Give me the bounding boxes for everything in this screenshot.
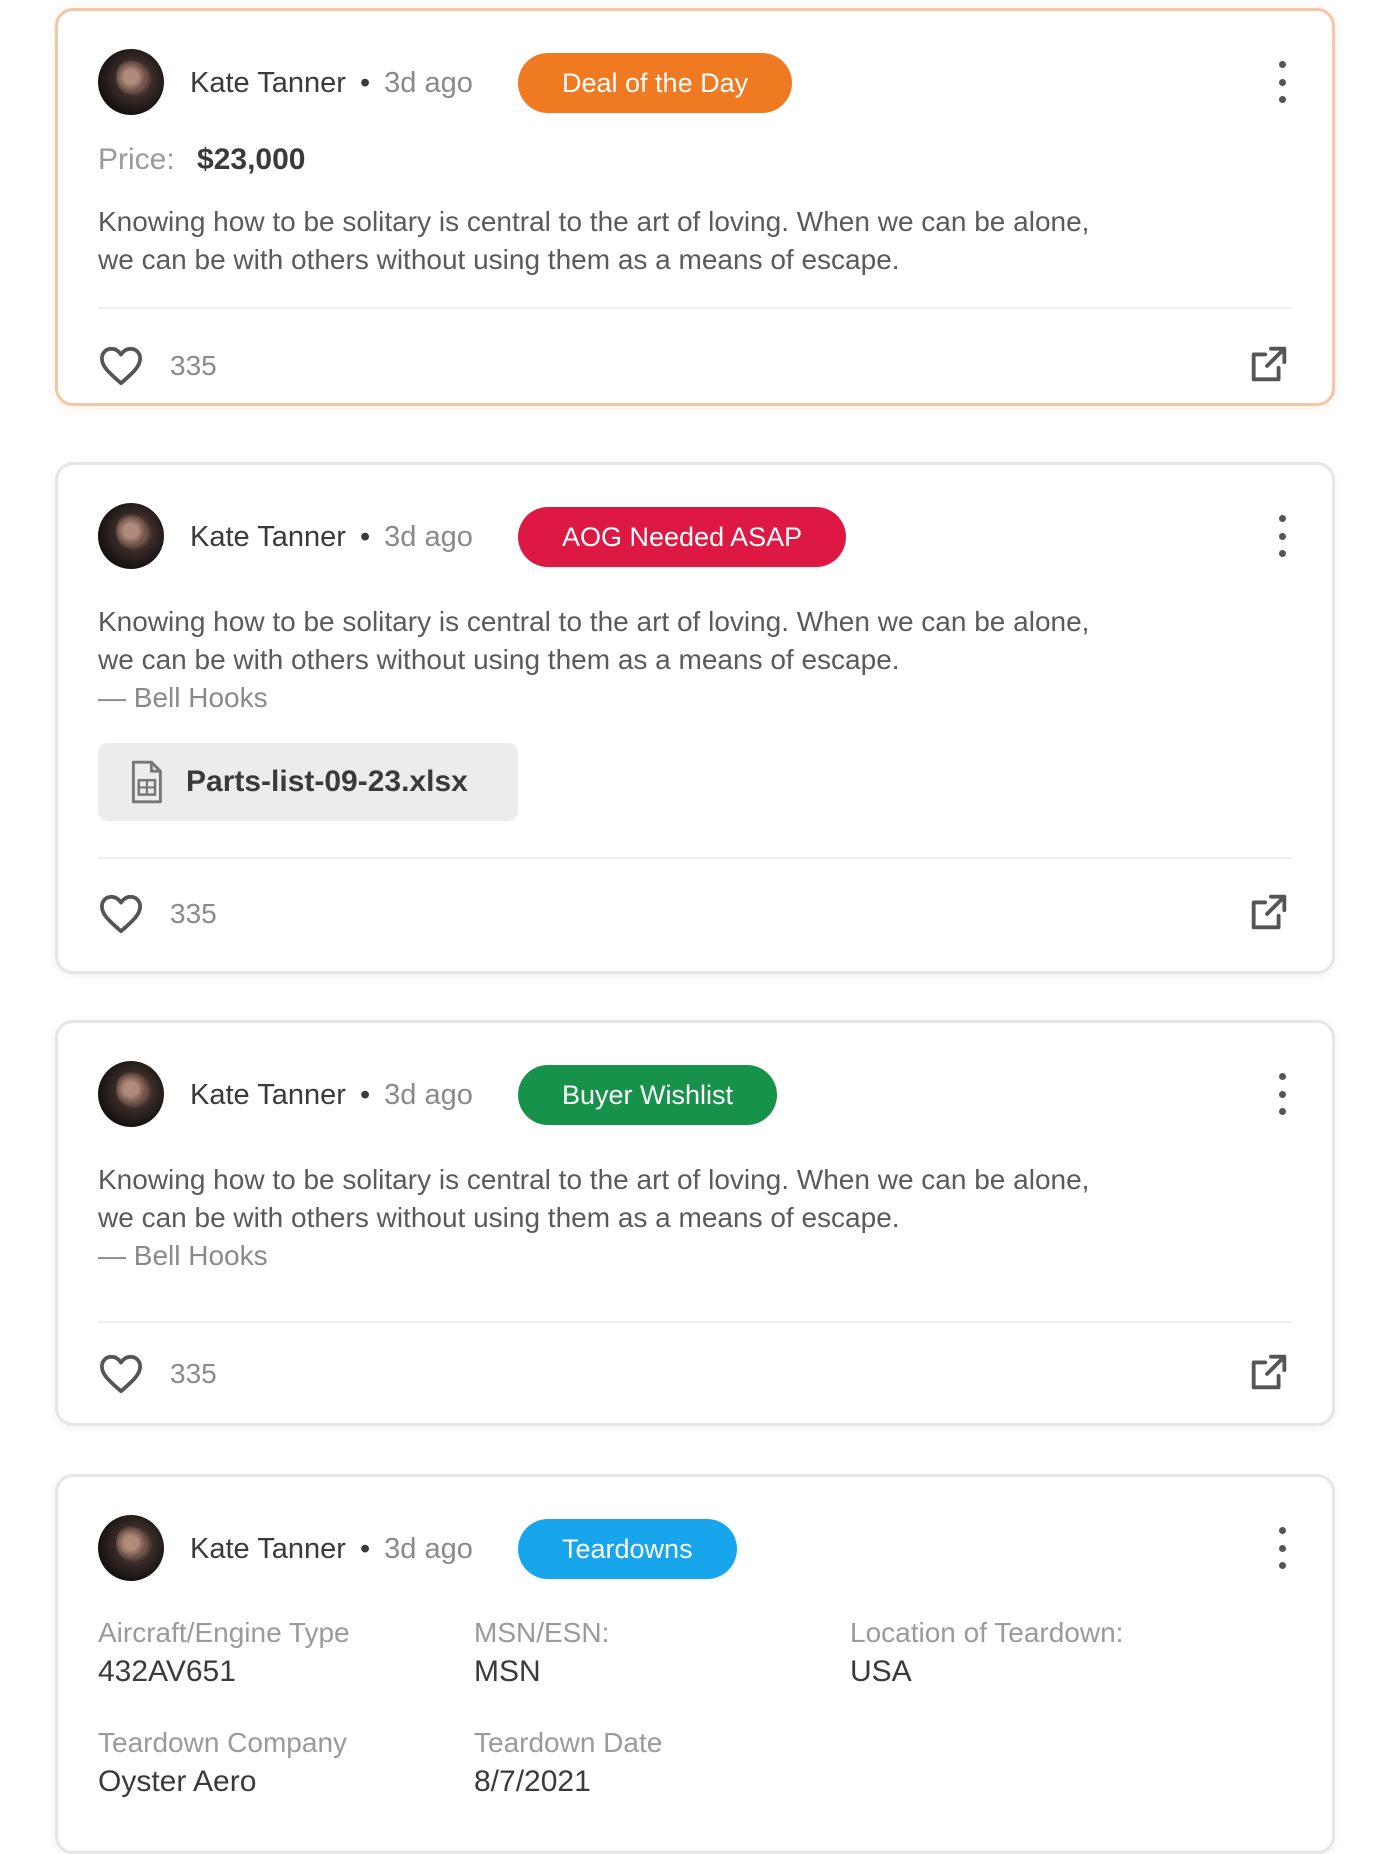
post-actions: 335 [98, 1349, 1292, 1399]
quote-author: — Bell Hooks [98, 682, 268, 713]
like-count: 335 [170, 350, 217, 381]
share-icon[interactable] [1246, 341, 1292, 387]
avatar[interactable] [98, 1061, 164, 1127]
post-actions: 335 [98, 889, 1292, 939]
post-card-teardown: Kate Tanner • 3d ago Teardowns Aircraft/… [55, 1474, 1335, 1854]
share-icon[interactable] [1246, 1349, 1292, 1395]
price-value: $23,000 [197, 143, 306, 176]
post-text: Knowing how to be solitary is central to… [98, 1161, 1252, 1275]
post-feed: Kate Tanner • 3d ago Deal of the Day Pri… [0, 0, 1396, 1854]
post-text-line: we can be with others without using them… [98, 244, 900, 275]
category-badge[interactable]: Deal of the Day [518, 53, 793, 113]
post-card-wishlist: Kate Tanner • 3d ago Buyer Wishlist Know… [55, 1020, 1335, 1426]
separator-dot: • [359, 1533, 371, 1565]
like-count: 335 [170, 898, 217, 929]
post-text: Knowing how to be solitary is central to… [98, 603, 1252, 717]
field-teardown-date: Teardown Date 8/7/2021 [474, 1727, 834, 1799]
post-header: Kate Tanner • 3d ago Teardowns [98, 1515, 1292, 1581]
author-name[interactable]: Kate Tanner [190, 67, 346, 99]
field-teardown-company: Teardown Company Oyster Aero [98, 1727, 458, 1799]
category-badge[interactable]: Buyer Wishlist [518, 1065, 778, 1125]
post-meta: Kate Tanner • 3d ago [190, 521, 473, 554]
divider [98, 857, 1292, 859]
post-time: 3d ago [384, 1079, 473, 1111]
field-location: Location of Teardown: USA [850, 1617, 1210, 1689]
post-text-line: Knowing how to be solitary is central to… [98, 206, 1090, 237]
post-header: Kate Tanner • 3d ago Deal of the Day [98, 49, 1292, 115]
like-count: 335 [170, 1358, 217, 1389]
field-value: 432AV651 [98, 1655, 236, 1688]
heart-icon [100, 346, 142, 386]
avatar[interactable] [98, 1515, 164, 1581]
divider [98, 1321, 1292, 1323]
post-header: Kate Tanner • 3d ago Buyer Wishlist [98, 1061, 1292, 1127]
field-value: MSN [474, 1655, 541, 1688]
like-button[interactable]: 335 [98, 889, 217, 939]
heart-icon [100, 1354, 142, 1394]
category-badge[interactable]: AOG Needed ASAP [518, 507, 847, 567]
post-time: 3d ago [384, 1533, 473, 1565]
price-label: Price: [98, 143, 175, 176]
post-meta: Kate Tanner • 3d ago [190, 1079, 473, 1112]
field-value: USA [850, 1655, 912, 1688]
more-vertical-icon[interactable] [1272, 1073, 1292, 1115]
field-label: MSN/ESN: [474, 1617, 610, 1648]
post-card-deal: Kate Tanner • 3d ago Deal of the Day Pri… [55, 8, 1335, 406]
author-name[interactable]: Kate Tanner [190, 1533, 346, 1565]
post-text: Knowing how to be solitary is central to… [98, 203, 1252, 279]
more-vertical-icon[interactable] [1272, 1527, 1292, 1569]
like-button[interactable]: 335 [98, 341, 217, 391]
file-icon [131, 760, 162, 804]
post-meta: Kate Tanner • 3d ago [190, 1533, 473, 1566]
field-value: 8/7/2021 [474, 1765, 591, 1798]
share-icon[interactable] [1246, 889, 1292, 935]
separator-dot: • [359, 521, 371, 553]
more-vertical-icon[interactable] [1272, 61, 1292, 103]
field-label: Teardown Company [98, 1727, 348, 1758]
post-card-aog: Kate Tanner • 3d ago AOG Needed ASAP Kno… [55, 462, 1335, 974]
post-text-line: we can be with others without using them… [98, 1202, 900, 1233]
post-time: 3d ago [384, 67, 473, 99]
field-value: Oyster Aero [98, 1765, 257, 1798]
category-badge[interactable]: Teardowns [518, 1519, 737, 1579]
price: Price: $23,000 [98, 143, 305, 177]
post-text-line: Knowing how to be solitary is central to… [98, 606, 1090, 637]
author-name[interactable]: Kate Tanner [190, 1079, 346, 1111]
post-time: 3d ago [384, 521, 473, 553]
attachment-name: Parts-list-09-23.xlsx [186, 765, 468, 798]
avatar[interactable] [98, 49, 164, 115]
post-text-line: we can be with others without using them… [98, 644, 900, 675]
separator-dot: • [359, 1079, 371, 1111]
like-button[interactable]: 335 [98, 1349, 217, 1399]
separator-dot: • [359, 67, 371, 99]
more-vertical-icon[interactable] [1272, 515, 1292, 557]
attachment-file[interactable]: Parts-list-09-23.xlsx [98, 743, 518, 821]
field-aircraft-type: Aircraft/Engine Type 432AV651 [98, 1617, 458, 1689]
field-label: Teardown Date [474, 1727, 663, 1758]
author-name[interactable]: Kate Tanner [190, 521, 346, 553]
post-actions: 335 [98, 341, 1292, 391]
divider [98, 307, 1292, 309]
avatar[interactable] [98, 503, 164, 569]
field-label: Location of Teardown: [850, 1617, 1124, 1648]
heart-icon [100, 894, 142, 934]
quote-author: — Bell Hooks [98, 1240, 268, 1271]
post-header: Kate Tanner • 3d ago AOG Needed ASAP [98, 503, 1292, 569]
post-text-line: Knowing how to be solitary is central to… [98, 1164, 1090, 1195]
post-meta: Kate Tanner • 3d ago [190, 67, 473, 100]
field-label: Aircraft/Engine Type [98, 1617, 350, 1648]
field-msn-esn: MSN/ESN: MSN [474, 1617, 834, 1689]
